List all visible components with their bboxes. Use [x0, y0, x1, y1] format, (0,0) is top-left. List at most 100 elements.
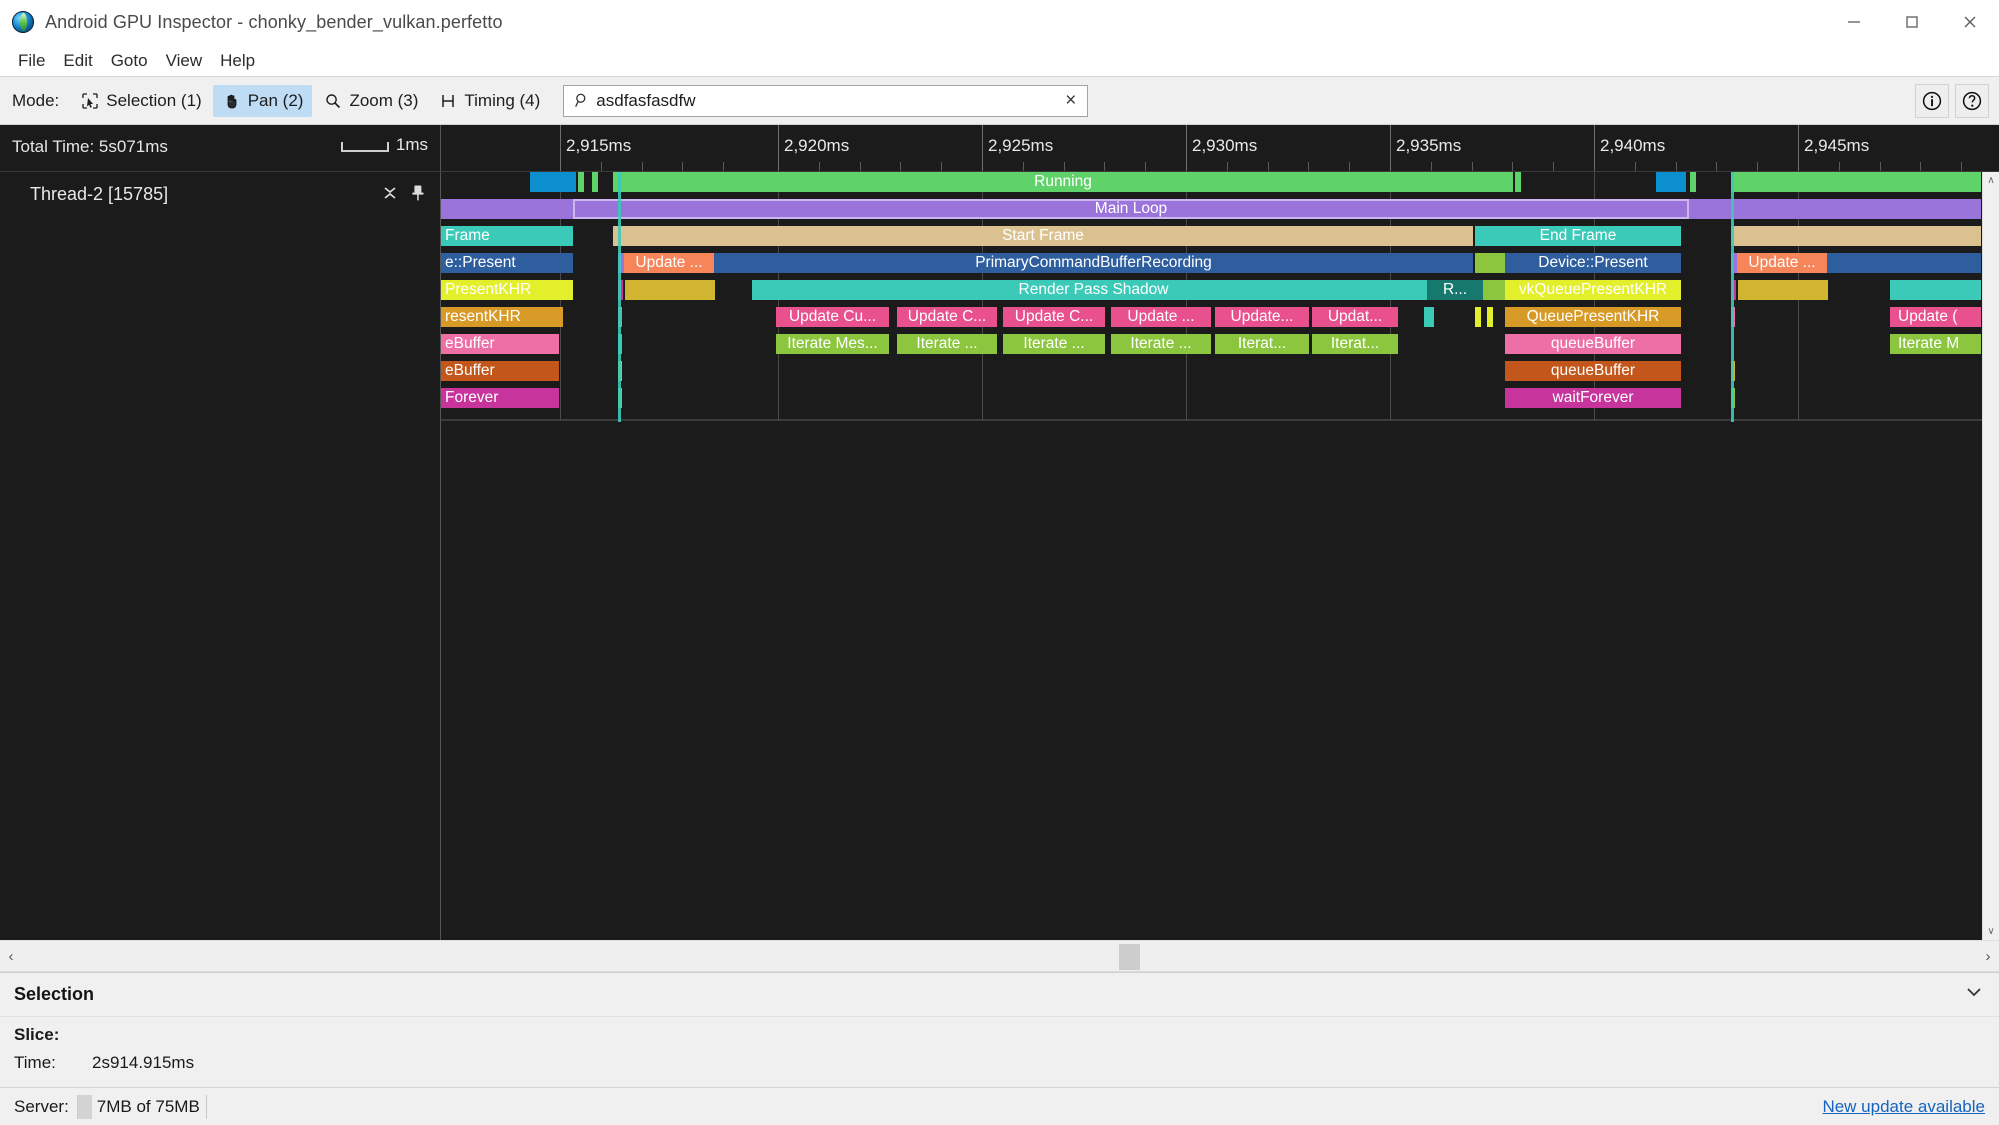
menu-edit[interactable]: Edit: [54, 49, 101, 72]
vertical-scrollbar[interactable]: ∧ ∨: [1982, 172, 1999, 940]
slice-main-loop-left[interactable]: [441, 199, 573, 219]
slice-vk-queue-clipped[interactable]: PresentKHR: [441, 280, 573, 300]
mode-pan-button[interactable]: Pan (2): [212, 84, 313, 117]
ruler-minor-tick: [1145, 162, 1147, 171]
scroll-up-arrow[interactable]: ∧: [1983, 172, 1999, 189]
slice-iterate-mesh[interactable]: Iterat...: [1215, 334, 1309, 354]
scale-bar: [340, 142, 389, 153]
slice-update-curve[interactable]: Update C...: [897, 307, 997, 327]
ruler-minor-tick: [641, 162, 643, 171]
slice-running[interactable]: Running: [613, 172, 1513, 192]
scroll-down-arrow[interactable]: ∨: [1983, 923, 1999, 940]
slice-marker-yellow[interactable]: [1475, 307, 1481, 327]
sched-slice-green[interactable]: [1690, 172, 1696, 192]
mode-zoom-button[interactable]: Zoom (3): [314, 85, 427, 117]
menu-help[interactable]: Help: [211, 49, 264, 72]
menu-view[interactable]: View: [157, 49, 212, 72]
sched-slice-blue[interactable]: [1656, 172, 1686, 192]
slice-vk-queue-present[interactable]: vkQueuePresentKHR: [1505, 280, 1681, 300]
scroll-right-arrow[interactable]: ›: [1977, 948, 1999, 965]
search-box[interactable]: ×: [563, 84, 1089, 117]
minimize-button[interactable]: [1825, 0, 1883, 44]
slice-primary-cmd-right[interactable]: [1827, 253, 1981, 273]
sched-slice-green[interactable]: [578, 172, 584, 192]
slice-iterate-right-partial[interactable]: Iterate M: [1890, 334, 1981, 354]
slice-end-frame[interactable]: End Frame: [1475, 226, 1681, 246]
window-controls: [1825, 0, 1999, 44]
slice-update-curve[interactable]: Update Cu...: [776, 307, 889, 327]
slice-update-curve[interactable]: Updat...: [1312, 307, 1398, 327]
time-row: Time: 2s914.915ms: [14, 1049, 1985, 1077]
tracks-viewport[interactable]: Running Main Loop Frame Start Frame End Fram…: [0, 172, 1999, 940]
slice-device-present-clipped[interactable]: e::Present: [441, 253, 573, 273]
collapse-icon[interactable]: [382, 185, 398, 206]
mode-selection-button[interactable]: Selection (1): [71, 85, 210, 117]
slice-update-left[interactable]: Update ...: [624, 253, 714, 273]
menu-file[interactable]: File: [9, 49, 54, 72]
maximize-button[interactable]: [1883, 0, 1941, 44]
search-clear-button[interactable]: ×: [1062, 91, 1079, 110]
slice-start-frame-right[interactable]: [1731, 226, 1981, 246]
slice-queue-buffer-clipped[interactable]: eBuffer: [441, 334, 559, 354]
scroll-thumb[interactable]: [1119, 944, 1140, 970]
slice-queue-present-clipped[interactable]: resentKHR: [441, 307, 563, 327]
slice-main-loop[interactable]: Main Loop: [573, 199, 1689, 219]
slice-update-right[interactable]: Update ...: [1737, 253, 1827, 273]
sched-slice-green[interactable]: [592, 172, 598, 192]
slice-update-curve[interactable]: Update C...: [1003, 307, 1105, 327]
slice-update-right-partial[interactable]: Update (: [1890, 307, 1981, 327]
help-button[interactable]: [1955, 83, 1989, 118]
toolbar: Mode: Selection (1) Pan (2) Zoom (3) Tim…: [0, 77, 1999, 125]
slice-render-pass-shadow[interactable]: Render Pass Shadow: [752, 280, 1435, 300]
slice-queue-buffer2-clipped[interactable]: eBuffer: [441, 361, 559, 381]
slice-start-frame[interactable]: Start Frame: [613, 226, 1473, 246]
slice-render-pass-right[interactable]: [1890, 280, 1981, 300]
pin-icon[interactable]: [410, 184, 426, 207]
sched-slice-green[interactable]: [1515, 172, 1521, 192]
ruler-minor-tick: [1553, 162, 1555, 171]
info-button[interactable]: [1915, 83, 1949, 118]
close-button[interactable]: [1941, 0, 1999, 44]
slice-wait-forever-clipped[interactable]: Forever: [441, 388, 559, 408]
mode-selection-label: Selection (1): [106, 90, 202, 110]
title-bar: Android GPU Inspector - chonky_bender_vu…: [0, 0, 1999, 45]
slice-iterate-mesh[interactable]: Iterate ...: [897, 334, 997, 354]
slice-iterate-mesh[interactable]: Iterate ...: [1003, 334, 1105, 354]
slice-queue-buffer[interactable]: queueBuffer: [1505, 334, 1681, 354]
slice-marker-yellow[interactable]: [1487, 307, 1493, 327]
slice-connector: [618, 172, 621, 422]
slice-r-truncated[interactable]: R...: [1427, 280, 1483, 300]
sched-slice-green[interactable]: [1731, 172, 1981, 192]
slice-iterate-mesh[interactable]: Iterate Mes...: [776, 334, 889, 354]
slice-end-frame-clipped[interactable]: Frame: [441, 226, 573, 246]
slice-update-gold-right[interactable]: [1738, 280, 1828, 300]
slice-primary-cmd-buffer[interactable]: PrimaryCommandBufferRecording: [714, 253, 1473, 273]
slice-iterate-mesh[interactable]: Iterat...: [1312, 334, 1398, 354]
slice-update-curve[interactable]: Update ...: [1111, 307, 1211, 327]
slice-queue-present[interactable]: QueuePresentKHR: [1505, 307, 1681, 327]
hand-pan-icon: [222, 91, 242, 111]
scroll-left-arrow[interactable]: ‹: [0, 948, 22, 965]
chevron-down-icon[interactable]: [1963, 981, 1985, 1008]
search-input[interactable]: [596, 90, 1063, 111]
sched-slice-blue[interactable]: [530, 172, 576, 192]
slice-green-marker[interactable]: [1482, 280, 1506, 300]
ruler-minor-tick: [859, 162, 861, 171]
slice-green-marker[interactable]: [1475, 253, 1505, 273]
horizontal-scrollbar[interactable]: ‹ ›: [0, 940, 1999, 972]
new-update-link[interactable]: New update available: [1822, 1097, 1985, 1117]
toolbar-right-actions: [1915, 83, 1989, 118]
slice-marker-teal[interactable]: [1424, 307, 1434, 327]
selection-header[interactable]: Selection: [0, 973, 1999, 1017]
slice-queue-buffer2[interactable]: queueBuffer: [1505, 361, 1681, 381]
slice-device-present[interactable]: Device::Present: [1505, 253, 1681, 273]
slice-update-curve[interactable]: Update...: [1215, 307, 1309, 327]
slice-update-gold-left[interactable]: [625, 280, 715, 300]
slice-wait-forever[interactable]: waitForever: [1505, 388, 1681, 408]
slice-iterate-mesh[interactable]: Iterate ...: [1111, 334, 1211, 354]
mode-timing-button[interactable]: Timing (4): [429, 85, 549, 117]
thread-name-label: Thread-2 [15785]: [30, 184, 169, 204]
timeline-ruler[interactable]: Total Time: 5s071ms 1ms 2,915ms 2,920ms 2,…: [0, 125, 1999, 172]
menu-goto[interactable]: Goto: [102, 49, 157, 72]
status-bar: Server: 7MB of 75MB New update available: [0, 1087, 1999, 1125]
